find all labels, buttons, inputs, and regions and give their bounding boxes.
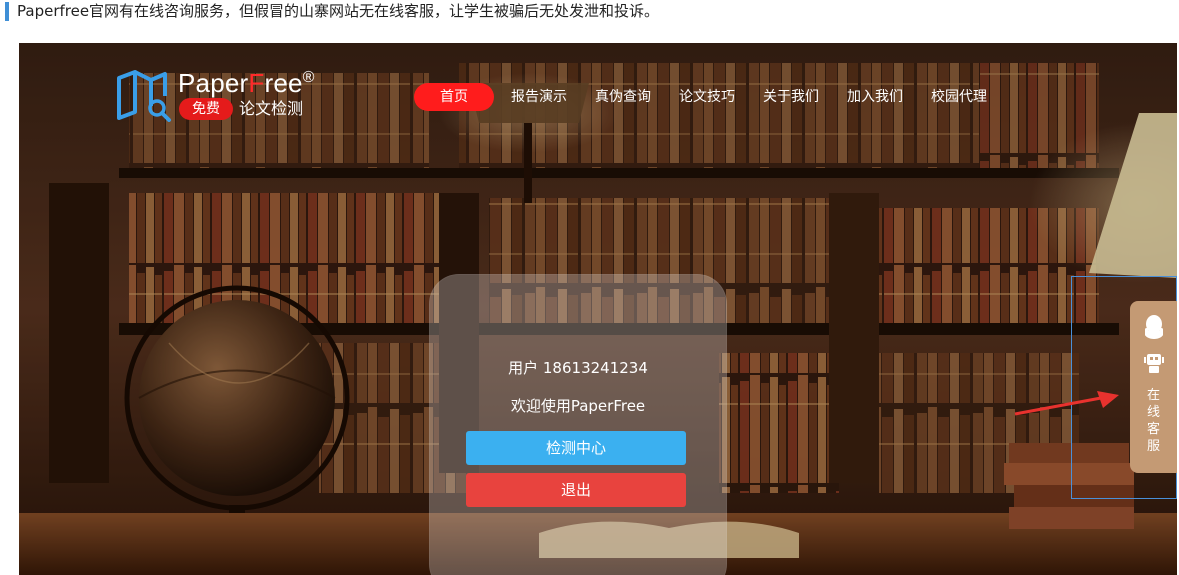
nav-report-demo[interactable]: 报告演示 <box>511 83 567 111</box>
caption-text: Paperfree官网有在线咨询服务，但假冒的山寨网站无在线客服，让学生被骗后无… <box>17 2 660 20</box>
online-service-label[interactable]: 在 线 客 服 <box>1130 387 1177 455</box>
online-service-widget[interactable]: 在 线 客 服 <box>1130 301 1177 473</box>
qq-icon[interactable] <box>1143 314 1165 340</box>
welcome-text: 欢迎使用PaperFree <box>510 397 646 415</box>
user-panel: 用户 18613241234 欢迎使用PaperFree 检测中心 退出 <box>429 274 727 575</box>
robot-icon[interactable] <box>1142 351 1166 375</box>
user-phone: 用户 18613241234 <box>508 359 648 377</box>
nav-about-us[interactable]: 关于我们 <box>763 83 819 111</box>
free-badge: 免费 <box>179 98 233 120</box>
hero-banner: PaperFree® 免费 论文检测 首页 报告演示 真伪查询 论文技巧 关于我… <box>19 43 1177 575</box>
nav-authenticity-check[interactable]: 真伪查询 <box>595 83 651 111</box>
nav-join-us[interactable]: 加入我们 <box>847 83 903 111</box>
nav-home[interactable]: 首页 <box>414 83 494 111</box>
paperfree-logo-icon <box>117 70 171 122</box>
nav-campus-agent[interactable]: 校园代理 <box>931 83 987 111</box>
logo-subtitle: 论文检测 <box>239 99 304 118</box>
annotation-arrow-icon <box>1014 391 1119 416</box>
check-center-button[interactable]: 检测中心 <box>466 431 686 465</box>
caption-bar: Paperfree官网有在线咨询服务，但假冒的山寨网站无在线客服，让学生被骗后无… <box>0 0 1179 28</box>
nav-paper-tips[interactable]: 论文技巧 <box>679 83 735 111</box>
logout-button[interactable]: 退出 <box>466 473 686 507</box>
caption-marker <box>5 2 9 21</box>
brand-name: PaperFree® <box>178 68 315 98</box>
